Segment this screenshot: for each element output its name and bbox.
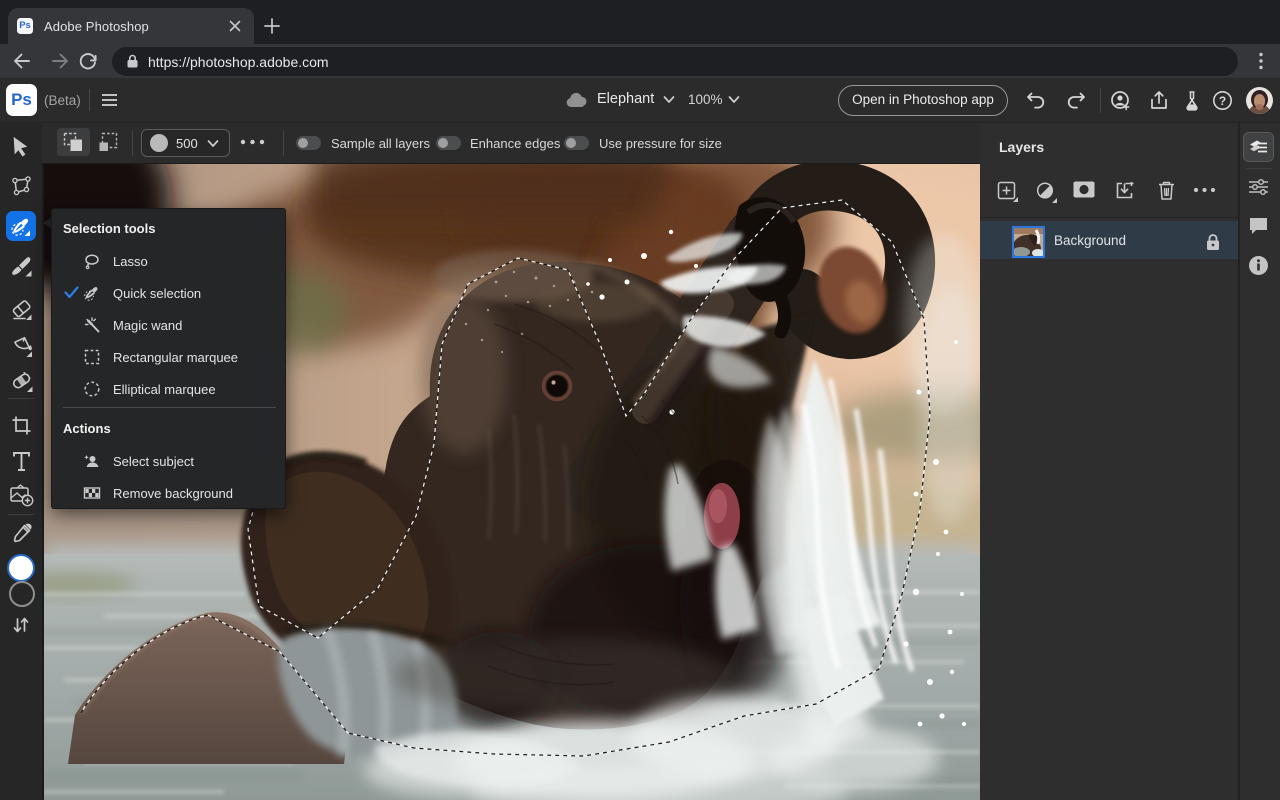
svg-text:?: ?: [1219, 94, 1226, 108]
